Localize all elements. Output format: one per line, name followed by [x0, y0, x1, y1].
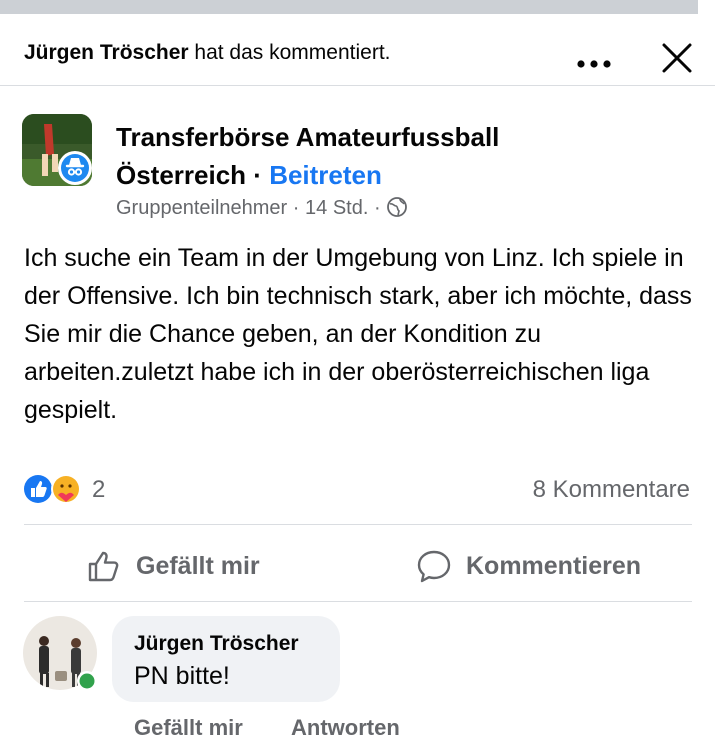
member-role: Gruppenteilnehmer	[116, 197, 288, 219]
care-reaction-icon	[51, 474, 81, 504]
online-indicator	[79, 673, 95, 689]
group-name: Transferbörse Amateurfussball Österreich…	[116, 118, 499, 194]
activity-header: Jürgen Tröscher hat das kommentiert.	[0, 14, 715, 86]
comment-count[interactable]: 8 Kommentare	[533, 476, 690, 504]
meta-dot: ·	[292, 197, 300, 219]
more-icon[interactable]	[574, 54, 614, 74]
post-meta: Gruppenteilnehmer · 14 Std. ·	[116, 196, 408, 220]
comment-reply-button[interactable]: Antworten	[291, 715, 400, 741]
activity-text: Jürgen Tröscher hat das kommentiert.	[24, 41, 390, 65]
comment-button[interactable]: Kommentieren	[416, 544, 641, 588]
post-body: Ich suche ein Team in der Umgebung von L…	[24, 244, 692, 424]
comment-icon	[417, 550, 451, 583]
group-name-line2[interactable]: Österreich	[116, 160, 246, 190]
comment-text: PN bitte!	[134, 662, 230, 690]
comment-like-button[interactable]: Gefällt mir	[134, 715, 243, 741]
group-avatar[interactable]	[22, 114, 92, 186]
post-time[interactable]: 14 Std.	[305, 197, 368, 219]
like-label: Gefällt mir	[136, 551, 260, 580]
reaction-count[interactable]: 2	[92, 476, 105, 504]
comment-author[interactable]: Jürgen Tröscher	[134, 632, 299, 656]
top-strip	[0, 0, 715, 14]
close-icon[interactable]	[658, 39, 696, 77]
separator: ·	[246, 160, 270, 190]
like-button[interactable]: Gefällt mir	[86, 544, 260, 588]
meta-dot: ·	[373, 197, 381, 219]
activity-action: hat das kommentiert.	[188, 41, 391, 64]
like-reaction-icon	[24, 475, 52, 503]
activity-actor[interactable]: Jürgen Tröscher	[24, 41, 189, 64]
thumbs-up-icon	[88, 551, 119, 582]
group-name-line1[interactable]: Transferbörse Amateurfussball	[116, 122, 499, 152]
join-link[interactable]: Beitreten	[269, 160, 382, 190]
globe-icon	[387, 197, 408, 217]
avatar[interactable]	[22, 615, 100, 693]
comment-label: Kommentieren	[466, 551, 642, 580]
divider	[0, 85, 715, 86]
top-strip-gap	[698, 0, 715, 14]
divider	[24, 524, 692, 525]
comment-bubble: Jürgen Tröscher PN bitte!	[112, 616, 340, 702]
divider	[24, 601, 692, 602]
reaction-icons[interactable]	[22, 472, 88, 506]
